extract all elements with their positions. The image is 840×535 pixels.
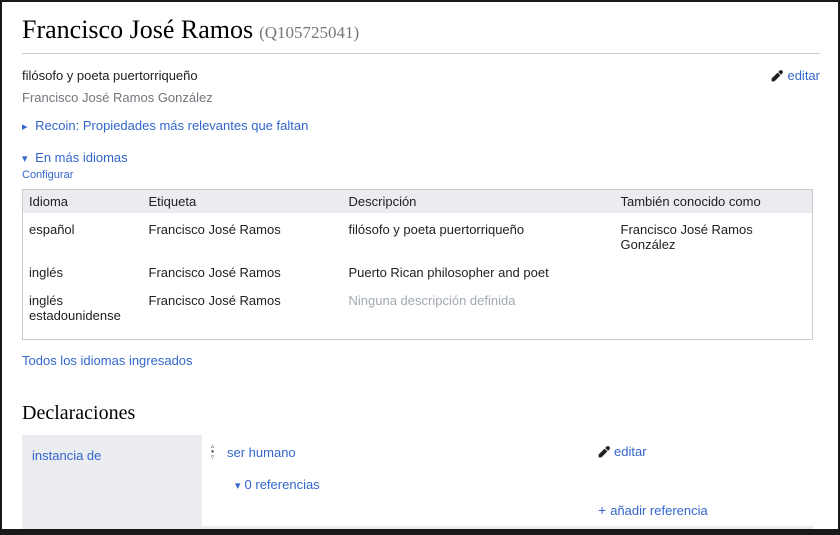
statement-main-row: ▵ ● ▿ ser humano editar (202, 444, 813, 461)
statement-snak: ▵ ● ▿ ser humano (207, 444, 598, 461)
page-title: Francisco José Ramos (22, 15, 253, 44)
chevron-right-icon: ▸ (22, 121, 28, 133)
table-header-row: Idioma Etiqueta Descripción También cono… (23, 190, 813, 214)
table-row: inglés estadounidense Francisco José Ram… (23, 284, 813, 340)
statement-value-link[interactable]: ser humano (227, 445, 296, 460)
cell-aka (615, 284, 813, 340)
table-row: español Francisco José Ramos filósofo y … (23, 213, 813, 256)
cell-aka (615, 256, 813, 284)
add-reference-row: + añadir referencia (202, 492, 813, 518)
cell-description-empty: Ninguna descripción definida (343, 284, 615, 340)
cell-aka: Francisco José Ramos González (615, 213, 813, 256)
configure-row: Configurar (22, 166, 820, 181)
cell-label: Francisco José Ramos (143, 284, 343, 340)
cell-language: español (23, 213, 143, 256)
add-reference-toolbar: + añadir referencia (598, 502, 813, 518)
description-row: filósofo y poeta puertorriqueño editar (22, 68, 820, 83)
table-row: inglés Francisco José Ramos Puerto Rican… (23, 256, 813, 284)
configure-link[interactable]: Configurar (22, 169, 73, 181)
references-label: 0 referencias (245, 477, 320, 492)
chevron-down-icon: ▾ (235, 480, 241, 492)
statements-heading: Declaraciones (22, 402, 820, 425)
recoin-link[interactable]: Recoin: Propiedades más relevantes que f… (35, 118, 308, 133)
column-header-language: Idioma (23, 190, 143, 214)
pencil-icon (598, 446, 610, 458)
statement-group: instancia de ▵ ● ▿ ser humano (22, 435, 813, 535)
wikidata-entity-page: Francisco José Ramos (Q105725041) filósof… (0, 0, 840, 535)
rank-down-icon: ▿ (211, 455, 215, 461)
languages-table: Idioma Etiqueta Descripción También cono… (22, 189, 813, 340)
entity-id: (Q105725041) (259, 23, 359, 42)
plus-icon: + (598, 502, 606, 518)
column-header-aka: También conocido como (615, 190, 813, 214)
rank-selector-icon[interactable]: ▵ ● ▿ (207, 444, 218, 461)
statement-view: ▵ ● ▿ ser humano editar (202, 435, 813, 526)
statement-group-footer: + añadir valor (202, 526, 813, 535)
edit-terms-button[interactable]: editar (771, 68, 820, 83)
entity-title-row: Francisco José Ramos (Q105725041) (22, 14, 820, 45)
chevron-down-icon: ▾ (22, 153, 28, 165)
property-link[interactable]: instancia de (32, 448, 101, 463)
edit-terms-label: editar (787, 68, 820, 83)
page-content: Francisco José Ramos (Q105725041) filósof… (2, 2, 838, 535)
languages-table-header: Idioma Etiqueta Descripción También cono… (23, 190, 813, 214)
add-reference-label: añadir referencia (610, 503, 708, 518)
pencil-icon (771, 70, 783, 82)
entity-header: Francisco José Ramos (Q105725041) (22, 14, 820, 54)
cell-label: Francisco José Ramos (143, 213, 343, 256)
more-languages-toggle[interactable]: ▾ En más idiomas (22, 150, 820, 165)
statement-property-cell: instancia de (22, 435, 202, 535)
references-row: ▾ 0 referencias (202, 461, 813, 492)
cell-description: filósofo y poeta puertorriqueño (343, 213, 615, 256)
edit-statement-label: editar (614, 444, 647, 459)
references-toggle[interactable]: ▾ 0 referencias (235, 477, 320, 492)
column-header-description: Descripción (343, 190, 615, 214)
all-languages-link[interactable]: Todos los idiomas ingresados (22, 353, 193, 368)
cell-label: Francisco José Ramos (143, 256, 343, 284)
entity-alias: Francisco José Ramos González (22, 90, 820, 105)
recoin-toggle[interactable]: ▸ Recoin: Propiedades más relevantes que… (22, 118, 820, 133)
entity-description: filósofo y poeta puertorriqueño (22, 68, 198, 83)
edit-statement-button[interactable]: editar (598, 444, 647, 459)
column-header-label: Etiqueta (143, 190, 343, 214)
add-reference-button[interactable]: + añadir referencia (598, 502, 708, 518)
cell-description: Puerto Rican philosopher and poet (343, 256, 615, 284)
statement-edit-toolbar: editar (598, 444, 813, 461)
cell-language: inglés (23, 256, 143, 284)
all-languages-row: Todos los idiomas ingresados (22, 353, 820, 368)
statement-body: ▵ ● ▿ ser humano editar (202, 435, 813, 535)
more-languages-link[interactable]: En más idiomas (35, 150, 127, 165)
cell-language: inglés estadounidense (23, 284, 143, 340)
